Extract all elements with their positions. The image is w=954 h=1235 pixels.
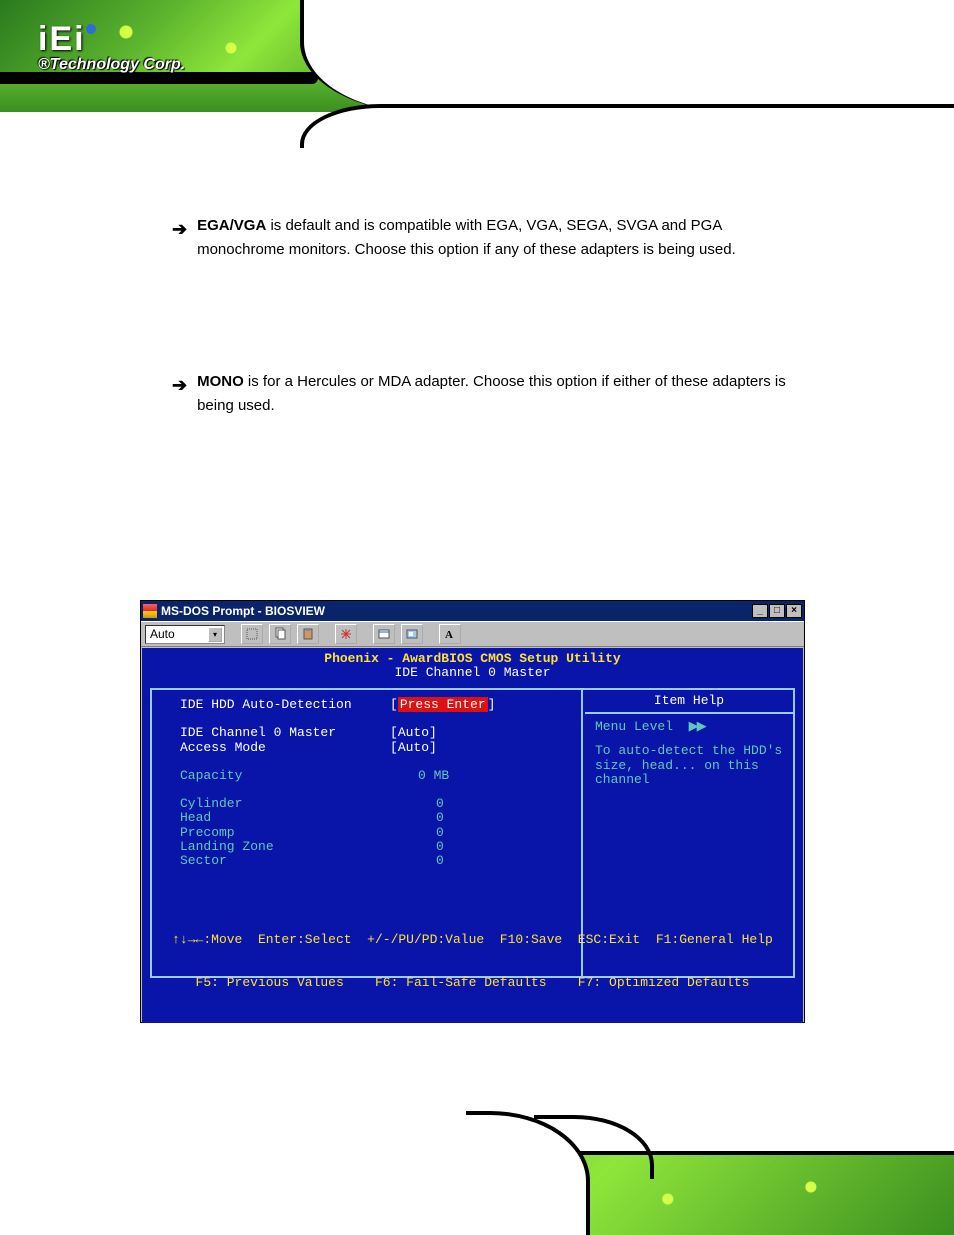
footer-black-curve (534, 1115, 654, 1179)
value: [Press Enter] (390, 698, 495, 712)
paragraph-text: MONO is for a Hercules or MDA adapter. C… (197, 370, 812, 418)
value: 0 (390, 797, 444, 811)
paste-icon (301, 627, 315, 641)
arrow-bullet-icon: ➔ (172, 371, 187, 418)
term-bold: MONO (197, 373, 244, 390)
logo-brand: iEi (38, 22, 185, 56)
arrow-bullet-icon: ➔ (172, 215, 187, 262)
font-size-combo[interactable]: Auto ▾ (145, 625, 225, 644)
row-capacity: Capacity 0 MB (180, 769, 580, 783)
logo-dot-icon (86, 24, 96, 34)
paragraph-mono: ➔ MONO is for a Hercules or MDA adapter.… (172, 370, 812, 418)
msdos-app-icon (143, 604, 157, 618)
row-precomp: Precomp 0 (180, 826, 580, 840)
window-titlebar[interactable]: MS-DOS Prompt - BIOSVIEW _ □ × (141, 601, 804, 621)
logo-block: iEi ®Technology Corp. (38, 22, 185, 74)
value: 0 (390, 811, 444, 825)
bios-footer: ↑↓→←:Move Enter:Select +/-/PU/PD:Value F… (142, 905, 803, 1019)
row-landing-zone: Landing Zone 0 (180, 840, 580, 854)
label: Sector (180, 854, 390, 868)
paste-button[interactable] (297, 624, 319, 644)
value: [Auto] (390, 726, 437, 740)
maximize-button[interactable]: □ (769, 604, 785, 618)
close-button[interactable]: × (786, 604, 802, 618)
bios-left-panel: IDE HDD Auto-Detection [Press Enter] IDE… (180, 698, 580, 869)
label: Precomp (180, 826, 390, 840)
value: 0 (390, 854, 444, 868)
bios-header-line2: IDE Channel 0 Master (142, 666, 803, 680)
label: IDE Channel 0 Master (180, 726, 390, 740)
properties-button[interactable] (373, 624, 395, 644)
label: Cylinder (180, 797, 390, 811)
svg-text:A: A (445, 629, 453, 641)
window-toolbar: Auto ▾ A (141, 621, 804, 647)
logo-text: iEi (38, 20, 86, 58)
term-desc: is default and is compatible with EGA, V… (197, 217, 736, 258)
row-head: Head 0 (180, 811, 580, 825)
background-button[interactable] (401, 624, 423, 644)
row-auto-detect[interactable]: IDE HDD Auto-Detection [Press Enter] (180, 698, 580, 712)
minimize-button[interactable]: _ (752, 604, 768, 618)
value: 0 (390, 840, 444, 854)
page-footer-banner (0, 1115, 954, 1235)
val-text: Auto (398, 740, 429, 755)
background-icon (405, 627, 419, 641)
help-body: Menu Level ▶▶ To auto-detect the HDD's s… (585, 714, 793, 793)
font-button[interactable]: A (439, 624, 461, 644)
mark-icon (245, 627, 259, 641)
font-a-icon: A (443, 627, 457, 641)
term-desc: is for a Hercules or MDA adapter. Choose… (197, 373, 786, 414)
help-title: Item Help (585, 690, 793, 714)
term-bold: EGA/VGA (197, 217, 266, 234)
footer-white-swoosh (0, 1115, 530, 1235)
help-text: To auto-detect the HDD's size, head... o… (595, 744, 783, 787)
row-sector: Sector 0 (180, 854, 580, 868)
fullscreen-icon (339, 627, 353, 641)
fullscreen-button[interactable] (335, 624, 357, 644)
row-access-mode[interactable]: Access Mode [Auto] (180, 741, 580, 755)
value: 0 (390, 826, 444, 840)
row-channel0-master[interactable]: IDE Channel 0 Master [Auto] (180, 726, 580, 740)
combo-value: Auto (150, 627, 175, 641)
paragraph-ega-vga: ➔ EGA/VGA is default and is compatible w… (172, 214, 812, 262)
paragraph-text: EGA/VGA is default and is compatible wit… (197, 214, 812, 262)
properties-icon (377, 627, 391, 641)
bios-header-line1: Phoenix - AwardBIOS CMOS Setup Utility (142, 652, 803, 666)
header-white-swoosh (300, 0, 954, 112)
copy-button[interactable] (269, 624, 291, 644)
value: [Auto] (390, 741, 437, 755)
label: Head (180, 811, 390, 825)
footer-line1: ↑↓→←:Move Enter:Select +/-/PU/PD:Value F… (142, 933, 803, 947)
press-enter-highlight: Press Enter (398, 697, 488, 712)
label: Landing Zone (180, 840, 390, 854)
footer-line2: F5: Previous Values F6: Fail-Safe Defaul… (142, 976, 803, 990)
row-cylinder: Cylinder 0 (180, 797, 580, 811)
bios-screen: Phoenix - AwardBIOS CMOS Setup Utility I… (142, 648, 803, 1023)
copy-icon (273, 627, 287, 641)
label: IDE HDD Auto-Detection (180, 698, 390, 712)
value: 0 MB (390, 769, 449, 783)
page-header-banner: iEi ®Technology Corp. (0, 0, 954, 120)
window-title: MS-DOS Prompt - BIOSVIEW (161, 604, 325, 618)
menu-level-row: Menu Level ▶▶ (595, 720, 783, 734)
triangle-level-icon: ▶▶ (689, 720, 705, 734)
menu-level-label: Menu Level (595, 719, 673, 734)
label: Capacity (180, 769, 390, 783)
bios-header: Phoenix - AwardBIOS CMOS Setup Utility I… (142, 648, 803, 681)
chevron-down-icon[interactable]: ▾ (208, 627, 222, 642)
logo-subline: ®Technology Corp. (38, 56, 185, 74)
bios-window: MS-DOS Prompt - BIOSVIEW _ □ × Auto ▾ (140, 600, 805, 1023)
label: Access Mode (180, 741, 390, 755)
val-text: Auto (398, 725, 429, 740)
mark-button[interactable] (241, 624, 263, 644)
